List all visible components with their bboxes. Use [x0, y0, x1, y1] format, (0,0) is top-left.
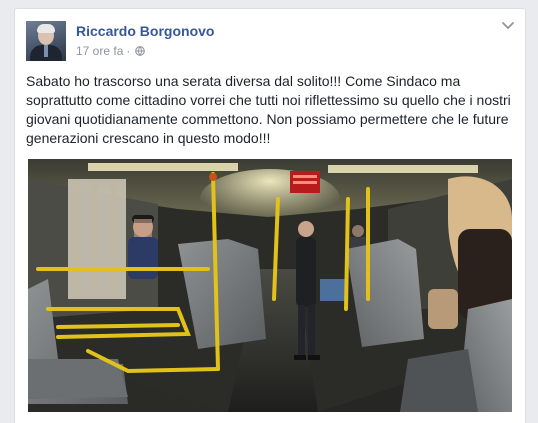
post-meta: 17 ore fa ·: [76, 44, 146, 58]
chevron-down-icon[interactable]: [501, 21, 515, 31]
meta-separator: ·: [126, 44, 131, 58]
post-card: Riccardo Borgonovo 17 ore fa · Sabato ho…: [14, 8, 526, 423]
post-text: Sabato ho trascorso una serata diversa d…: [26, 73, 511, 146]
author-name[interactable]: Riccardo Borgonovo: [76, 23, 214, 39]
bus-interior-photo[interactable]: [28, 159, 512, 412]
avatar[interactable]: [26, 21, 66, 61]
post-timestamp[interactable]: 17 ore fa: [76, 44, 123, 58]
globe-icon[interactable]: [135, 46, 146, 56]
